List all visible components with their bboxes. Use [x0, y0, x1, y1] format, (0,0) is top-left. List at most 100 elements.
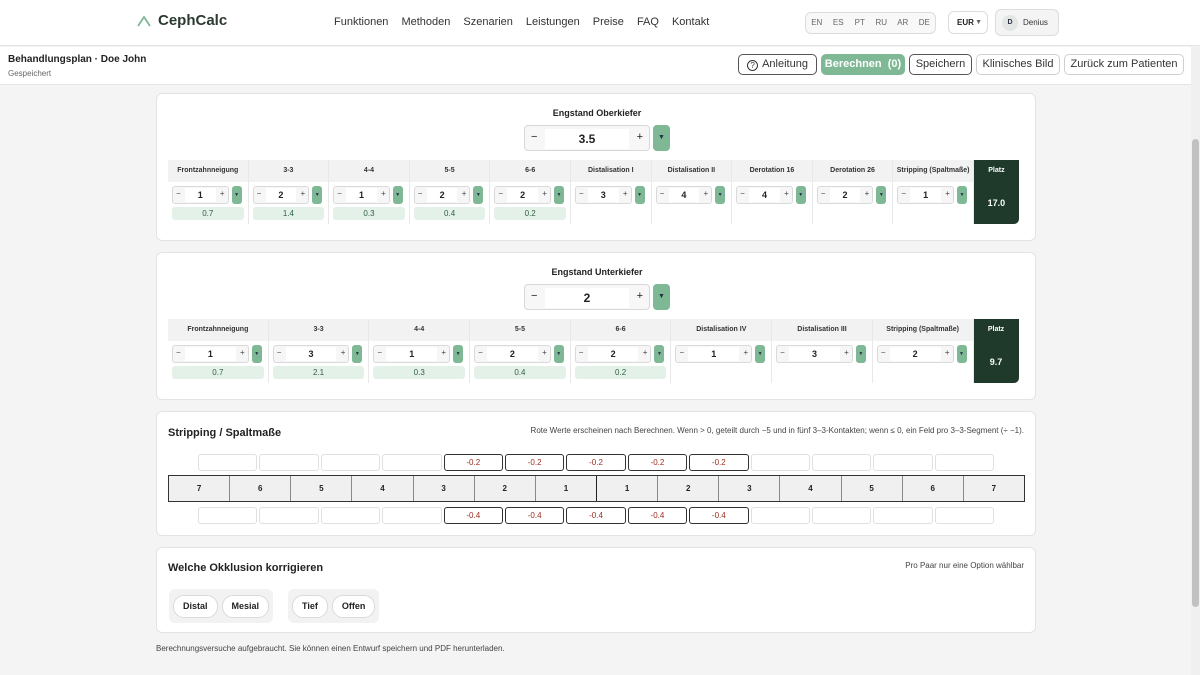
- plus-button[interactable]: +: [301, 189, 306, 198]
- gap-field[interactable]: [382, 507, 442, 524]
- gap-field[interactable]: [873, 454, 933, 471]
- lower-stepper-value[interactable]: 1: [688, 347, 740, 361]
- lower-stepper-value[interactable]: 3: [789, 347, 840, 361]
- nav-funktionen[interactable]: Funktionen: [334, 16, 388, 28]
- gap-field[interactable]: [198, 507, 258, 524]
- lang-de[interactable]: DE: [914, 13, 936, 33]
- user-menu[interactable]: D Denius: [995, 9, 1059, 36]
- lower-option-toggle[interactable]: ▼: [352, 345, 363, 363]
- lang-es[interactable]: ES: [828, 13, 850, 33]
- plus-button[interactable]: +: [462, 189, 467, 198]
- upper-main-toggle[interactable]: ▼: [653, 125, 670, 151]
- plus-button[interactable]: +: [945, 348, 950, 357]
- plus-button[interactable]: +: [643, 348, 648, 357]
- upper-stepper-value[interactable]: 1: [346, 188, 377, 202]
- occlusion-tief-button[interactable]: Tief: [292, 594, 328, 618]
- gap-field[interactable]: [811, 507, 872, 524]
- lower-main-plus-button[interactable]: +: [637, 290, 643, 302]
- upper-option-toggle[interactable]: ▼: [312, 186, 323, 204]
- upper-stepper-value[interactable]: 2: [265, 188, 297, 202]
- minus-button[interactable]: −: [498, 189, 503, 198]
- nav-kontakt[interactable]: Kontakt: [672, 16, 709, 28]
- lang-ar[interactable]: AR: [892, 13, 914, 33]
- upper-option-toggle[interactable]: ▼: [715, 186, 726, 204]
- lower-main-minus-button[interactable]: −: [531, 290, 537, 302]
- lower-option-toggle[interactable]: ▼: [654, 345, 665, 363]
- plus-button[interactable]: +: [220, 189, 225, 198]
- minus-button[interactable]: −: [337, 189, 342, 198]
- upper-stepper-value[interactable]: 1: [185, 188, 216, 202]
- upper-option-toggle[interactable]: ▼: [473, 186, 484, 204]
- lower-stepper-value[interactable]: 1: [386, 347, 438, 361]
- lower-main-value[interactable]: 2: [545, 288, 629, 308]
- minus-button[interactable]: −: [660, 189, 665, 198]
- upper-main-value[interactable]: 3.5: [545, 129, 629, 149]
- save-button[interactable]: Speichern: [909, 54, 972, 75]
- minus-button[interactable]: −: [679, 348, 684, 357]
- minus-button[interactable]: −: [821, 189, 826, 198]
- upper-stepper-value[interactable]: 2: [426, 188, 458, 202]
- upper-main-plus-button[interactable]: +: [637, 131, 643, 143]
- lang-pt[interactable]: PT: [849, 13, 871, 33]
- lower-stepper-value[interactable]: 2: [487, 347, 538, 361]
- gap-field[interactable]: [873, 507, 933, 524]
- upper-option-toggle[interactable]: ▼: [634, 186, 645, 204]
- gap-field[interactable]: -0.2: [689, 454, 749, 471]
- upper-stepper-value[interactable]: 3: [587, 188, 619, 202]
- upper-option-toggle[interactable]: ▼: [392, 186, 403, 204]
- minus-button[interactable]: −: [881, 348, 886, 357]
- lower-stepper-value[interactable]: 2: [889, 347, 941, 361]
- lower-stepper-value[interactable]: 1: [185, 347, 236, 361]
- gap-field[interactable]: -0.4: [689, 507, 749, 524]
- lower-stepper-value[interactable]: 2: [587, 347, 639, 361]
- plus-button[interactable]: +: [441, 348, 446, 357]
- calculate-button[interactable]: Berechnen (0): [821, 54, 905, 75]
- scrollbar-thumb[interactable]: [1192, 139, 1199, 607]
- gap-field[interactable]: [934, 507, 995, 524]
- gap-field[interactable]: [382, 454, 442, 471]
- occlusion-mesial-button[interactable]: Mesial: [221, 594, 270, 618]
- minus-button[interactable]: −: [176, 189, 181, 198]
- gap-field[interactable]: [259, 454, 319, 471]
- gap-field[interactable]: -0.2: [566, 454, 626, 471]
- gap-field[interactable]: -0.4: [504, 507, 565, 524]
- lower-option-toggle[interactable]: ▼: [855, 345, 866, 363]
- nav-preise[interactable]: Preise: [593, 16, 624, 28]
- plus-button[interactable]: +: [381, 189, 386, 198]
- gap-field[interactable]: [750, 454, 810, 471]
- lower-main-toggle[interactable]: ▼: [653, 284, 670, 310]
- lang-en[interactable]: EN: [806, 13, 828, 33]
- lang-ru[interactable]: RU: [871, 13, 893, 33]
- minus-button[interactable]: −: [579, 189, 584, 198]
- gap-field[interactable]: [811, 454, 872, 471]
- upper-option-toggle[interactable]: ▼: [956, 186, 967, 204]
- upper-option-toggle[interactable]: ▼: [876, 186, 887, 204]
- plus-button[interactable]: +: [865, 189, 870, 198]
- minus-button[interactable]: −: [579, 348, 584, 357]
- plus-button[interactable]: +: [542, 348, 547, 357]
- gap-field[interactable]: [750, 507, 810, 524]
- minus-button[interactable]: −: [277, 348, 282, 357]
- upper-option-toggle[interactable]: ▼: [553, 186, 564, 204]
- currency-select[interactable]: EUR ▼: [948, 11, 988, 34]
- gap-field[interactable]: -0.2: [504, 454, 565, 471]
- plus-button[interactable]: +: [703, 189, 708, 198]
- gap-field[interactable]: -0.2: [443, 454, 503, 471]
- plus-button[interactable]: +: [623, 189, 628, 198]
- plus-button[interactable]: +: [784, 189, 789, 198]
- upper-stepper-value[interactable]: 4: [668, 188, 700, 202]
- minus-button[interactable]: −: [176, 348, 181, 357]
- upper-stepper-value[interactable]: 2: [829, 188, 861, 202]
- plus-button[interactable]: +: [844, 348, 849, 357]
- scrollbar[interactable]: [1191, 47, 1200, 675]
- occlusion-offen-button[interactable]: Offen: [331, 594, 376, 618]
- minus-button[interactable]: −: [377, 348, 382, 357]
- minus-button[interactable]: −: [257, 189, 262, 198]
- gap-field[interactable]: -0.4: [627, 507, 688, 524]
- logo[interactable]: CephCalc: [136, 12, 227, 29]
- plus-button[interactable]: +: [743, 348, 748, 357]
- plus-button[interactable]: +: [542, 189, 547, 198]
- plus-button[interactable]: +: [341, 348, 346, 357]
- nav-methoden[interactable]: Methoden: [401, 16, 450, 28]
- gap-field[interactable]: [198, 454, 258, 471]
